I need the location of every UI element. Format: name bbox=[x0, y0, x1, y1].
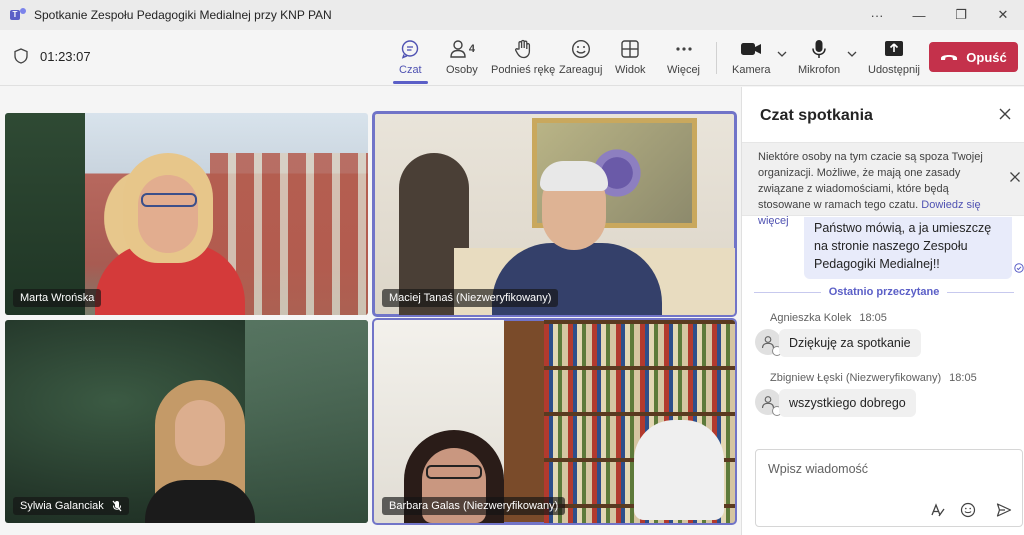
chat-title: Czat spotkania bbox=[760, 107, 873, 124]
message-time: 18:05 bbox=[949, 372, 977, 384]
view-button[interactable]: Widok bbox=[615, 38, 646, 76]
teams-logo-icon: T bbox=[10, 8, 26, 22]
video-tile-marta[interactable]: Marta Wrońska bbox=[5, 113, 368, 315]
timer-value: 01:23:07 bbox=[40, 48, 91, 64]
more-button[interactable]: Więcej bbox=[667, 38, 700, 76]
message-author: Zbigniew Łęski (Niezweryfikowany) bbox=[770, 372, 942, 384]
camera-label: Kamera bbox=[732, 64, 771, 76]
meeting-timer: 01:23:07 bbox=[14, 48, 91, 64]
format-text-icon[interactable] bbox=[930, 502, 946, 518]
people-label: Osoby bbox=[446, 64, 478, 76]
external-participants-notice: Niektóre osoby na tym czacie są spoza Tw… bbox=[742, 142, 1024, 227]
leave-label: Opuść bbox=[966, 49, 1007, 65]
grid-view-icon bbox=[621, 40, 639, 58]
send-icon[interactable] bbox=[996, 502, 1012, 518]
close-chat-icon[interactable] bbox=[998, 107, 1012, 121]
more-options-button[interactable]: ··· bbox=[856, 0, 898, 30]
share-button[interactable]: Udostępnij bbox=[868, 38, 920, 76]
participant-name: Barbara Galas (Niezweryfikowany) bbox=[389, 500, 559, 512]
message-compose-box bbox=[755, 449, 1023, 527]
participant-glasses bbox=[141, 193, 197, 207]
raise-hand-button[interactable]: Podnieś rękę bbox=[491, 38, 555, 76]
share-screen-icon bbox=[884, 41, 903, 56]
message-time: 18:05 bbox=[859, 312, 887, 324]
dismiss-notice-icon[interactable] bbox=[1009, 171, 1021, 183]
title-bar: T Spotkanie Zespołu Pedagogiki Medialnej… bbox=[0, 0, 1024, 30]
shield-icon bbox=[14, 48, 28, 64]
background-statue bbox=[634, 420, 724, 520]
participant-face bbox=[175, 400, 225, 466]
share-label: Udostępnij bbox=[868, 64, 920, 76]
message-seen-icon bbox=[1014, 263, 1024, 273]
camera-button[interactable]: Kamera bbox=[732, 38, 771, 76]
microphone-button[interactable]: Mikrofon bbox=[798, 38, 840, 76]
restore-button[interactable]: ❐ bbox=[940, 0, 982, 30]
my-message-bubble[interactable]: Państwo mówią, a ja umieszczę na stronie… bbox=[804, 217, 1012, 279]
mic-label: Mikrofon bbox=[798, 64, 841, 76]
chat-icon bbox=[402, 40, 419, 59]
participant-name: Sylwia Galanciak bbox=[20, 500, 104, 512]
message-author: Agnieszka Kolek bbox=[770, 312, 852, 324]
mic-muted-icon bbox=[112, 500, 122, 512]
microphone-icon bbox=[812, 40, 826, 58]
avatar[interactable] bbox=[755, 389, 782, 416]
close-window-button[interactable]: ✕ bbox=[982, 0, 1024, 30]
toolbar-separator bbox=[716, 42, 717, 74]
emoji-icon[interactable] bbox=[960, 502, 976, 518]
last-read-divider: Ostatnio przeczytane bbox=[754, 286, 1015, 298]
camera-icon bbox=[741, 43, 762, 55]
last-read-label: Ostatnio przeczytane bbox=[828, 286, 940, 298]
background-tree bbox=[5, 113, 85, 315]
people-count: 4 bbox=[468, 43, 475, 55]
participant-name-tag: Maciej Tanaś (Niezweryfikowany) bbox=[382, 289, 559, 307]
more-label: Więcej bbox=[667, 64, 701, 76]
people-button[interactable]: 4 Osoby bbox=[446, 38, 478, 76]
participant-name-tag: Sylwia Galanciak bbox=[13, 497, 129, 515]
meeting-toolbar: 01:23:07 Czat 4 Osoby Podnieś rękę Zarea… bbox=[0, 30, 1024, 86]
message-meta: Agnieszka Kolek 18:05 bbox=[770, 312, 887, 324]
meeting-chat-panel: Czat spotkania Niektóre osoby na tym cza… bbox=[741, 87, 1024, 535]
smiley-icon bbox=[571, 39, 590, 59]
participant-glasses bbox=[426, 465, 482, 479]
participant-name: Maciej Tanaś (Niezweryfikowany) bbox=[389, 292, 552, 304]
message-meta: Zbigniew Łęski (Niezweryfikowany) 18:05 bbox=[770, 372, 977, 384]
message-input[interactable] bbox=[768, 462, 1008, 476]
window-title: Spotkanie Zespołu Pedagogiki Medialnej p… bbox=[34, 8, 332, 22]
participant-face bbox=[138, 175, 198, 253]
chat-button[interactable]: Czat bbox=[393, 38, 428, 84]
chat-label: Czat bbox=[399, 64, 422, 76]
participant-name-tag: Barbara Galas (Niezweryfikowany) bbox=[382, 497, 566, 515]
react-label: Zareaguj bbox=[559, 64, 603, 76]
video-tile-maciej[interactable]: Maciej Tanaś (Niezweryfikowany) bbox=[372, 111, 737, 317]
message-bubble[interactable]: wszystkiego dobrego bbox=[779, 389, 916, 417]
video-tile-barbara[interactable]: Barbara Galas (Niezweryfikowany) bbox=[372, 318, 737, 525]
minimize-button[interactable]: — bbox=[898, 0, 940, 30]
leave-button[interactable]: Opuść bbox=[929, 42, 1018, 72]
avatar[interactable] bbox=[755, 329, 782, 356]
view-label: Widok bbox=[615, 64, 646, 76]
hand-icon bbox=[515, 39, 531, 59]
more-dots-icon bbox=[675, 47, 692, 51]
mic-options-chevron-icon[interactable] bbox=[847, 50, 857, 58]
react-button[interactable]: Zareaguj bbox=[559, 38, 602, 76]
participant-hair bbox=[540, 161, 608, 191]
message-bubble[interactable]: Dziękuję za spotkanie bbox=[779, 329, 921, 357]
participant-name: Marta Wrońska bbox=[20, 292, 95, 304]
raise-hand-label: Podnieś rękę bbox=[491, 64, 556, 76]
background-window bbox=[245, 320, 368, 523]
phone-hangup-icon bbox=[941, 55, 958, 60]
video-tile-sylwia[interactable]: Sylwia Galanciak bbox=[5, 320, 368, 523]
camera-options-chevron-icon[interactable] bbox=[777, 50, 787, 58]
people-icon bbox=[450, 40, 466, 58]
participant-name-tag: Marta Wrońska bbox=[13, 289, 102, 307]
